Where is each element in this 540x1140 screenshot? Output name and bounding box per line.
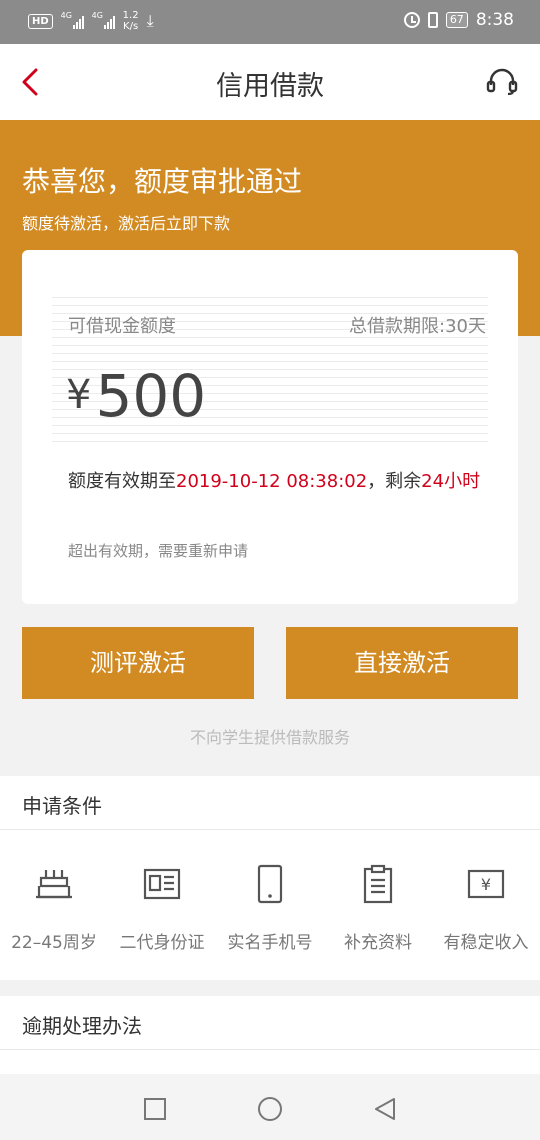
svg-text:¥: ¥ bbox=[481, 875, 491, 894]
evaluate-activate-button[interactable]: 测评激活 bbox=[22, 627, 254, 699]
credit-limit-card: 可借现金额度 总借款期限:30天 ¥500 额度有效期至2019-10-12 0… bbox=[22, 250, 518, 604]
condition-age: 22–45周岁 bbox=[0, 864, 108, 953]
network-speed: 1.2 K/s bbox=[122, 10, 139, 32]
system-nav-bar bbox=[0, 1074, 540, 1140]
clock-time: 8:38 bbox=[475, 10, 514, 30]
loan-term: 总借款期限:30天 bbox=[349, 316, 486, 337]
validity-remaining: 24小时 bbox=[421, 471, 481, 492]
validity-text: 额度有效期至2019-10-12 08:38:02，剩余24小时 bbox=[68, 471, 481, 492]
signal-icon: 4G bbox=[61, 11, 84, 29]
condition-income: ¥ 有稳定收入 bbox=[432, 864, 540, 953]
hd-badge: HD bbox=[28, 13, 53, 29]
square-icon[interactable] bbox=[142, 1096, 168, 1122]
divider bbox=[0, 829, 540, 830]
banner-title: 恭喜您，额度审批通过 bbox=[22, 165, 303, 198]
validity-date: 2019-10-12 08:38:02 bbox=[176, 471, 368, 492]
vibrate-icon bbox=[427, 12, 438, 28]
overdue-title: 逾期处理办法 bbox=[22, 1014, 142, 1038]
birthday-cake-icon bbox=[36, 870, 72, 899]
status-bar: HD 4G 4G 1.2 K/s ⤓ 67 8:38 bbox=[0, 0, 540, 44]
circle-icon[interactable] bbox=[257, 1096, 283, 1122]
conditions-title: 申请条件 bbox=[22, 794, 102, 818]
clipboard-icon bbox=[363, 864, 393, 904]
banner-subtitle: 额度待激活，激活后立即下款 bbox=[22, 214, 231, 233]
page-title: 信用借款 bbox=[216, 71, 324, 102]
headset-icon[interactable] bbox=[486, 68, 518, 96]
condition-id-card: 二代身份证 bbox=[108, 864, 216, 953]
phone-icon bbox=[257, 864, 283, 904]
credit-amount: ¥500 bbox=[66, 362, 206, 430]
header-bar: 信用借款 bbox=[0, 44, 540, 120]
condition-documents: 补充资料 bbox=[324, 864, 432, 953]
income-icon: ¥ bbox=[467, 869, 505, 899]
validity-note: 超出有效期，需要重新申请 bbox=[68, 542, 249, 560]
direct-activate-button[interactable]: 直接激活 bbox=[286, 627, 518, 699]
amount-value: 500 bbox=[95, 362, 207, 430]
condition-phone: 实名手机号 bbox=[216, 864, 324, 953]
triangle-back-icon[interactable] bbox=[372, 1096, 398, 1122]
credit-label: 可借现金额度 bbox=[68, 316, 176, 337]
divider bbox=[0, 1049, 540, 1050]
overdue-section[interactable]: 逾期处理办法 bbox=[0, 996, 540, 1074]
currency-symbol: ¥ bbox=[66, 372, 92, 418]
alarm-icon bbox=[403, 12, 420, 28]
id-card-icon bbox=[143, 868, 181, 900]
download-icon: ⤓ bbox=[146, 11, 154, 30]
signal-icon: 4G bbox=[92, 11, 115, 29]
battery-icon: 67 bbox=[445, 12, 468, 28]
student-notice: 不向学生提供借款服务 bbox=[189, 728, 350, 747]
conditions-section: 申请条件 22–45周岁 二代身份证 实名手机号 补充资料 ¥ 有稳定收入 bbox=[0, 776, 540, 980]
